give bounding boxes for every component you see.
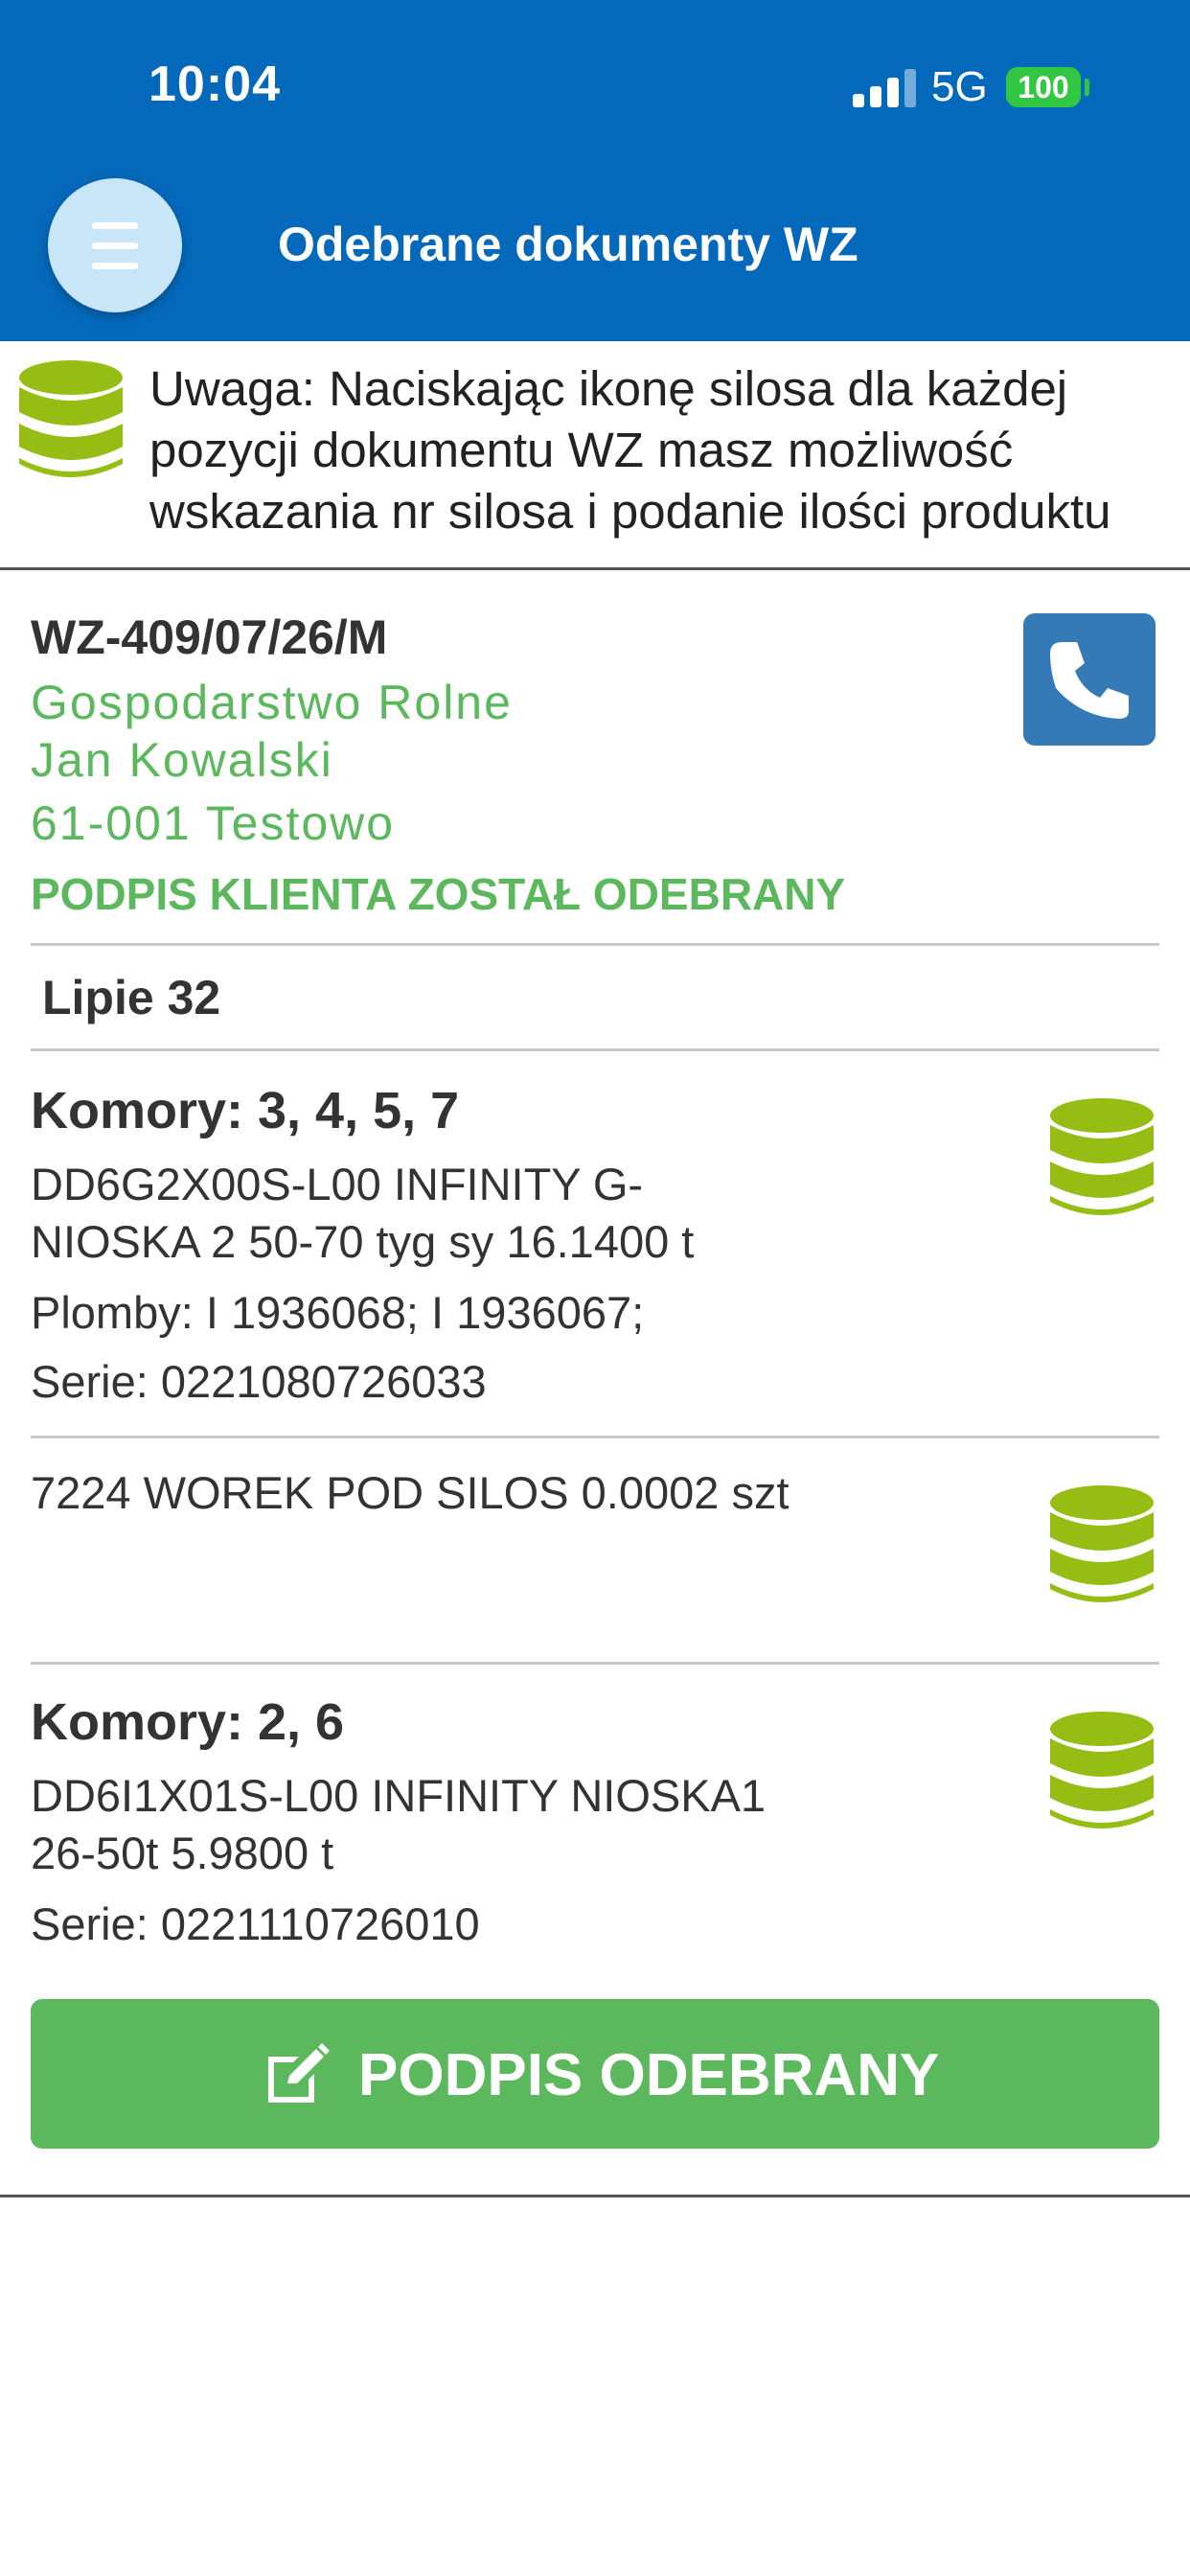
item-seals: Plomby: I 1936068; I 1936067; [31,1287,645,1338]
signature-button-label: PODPIS ODEBRANY [358,2042,940,2108]
network-type: 5G [931,63,988,110]
edit-icon [268,2043,330,2103]
database-silo-icon [19,360,123,477]
item-product-line: 26-50t 5.9800 t [31,1828,334,1878]
status-time: 10:04 [149,57,281,112]
divider [0,567,1190,570]
item-chambers: Komory: 2, 6 [31,1693,345,1751]
signature-status: PODPIS KLIENTA ZOSTAŁ ODEBRANY [31,869,846,919]
item-product: 7224 WOREK POD SILOS 0.0002 szt [31,1467,790,1518]
item-product-line: DD6I1X01S-L00 INFINITY NIOSKA1 [31,1770,767,1821]
item-chambers: Komory: 3, 4, 5, 7 [31,1082,460,1139]
page-title: Odebrane dokumenty WZ [278,218,858,271]
hamburger-menu-icon [92,222,138,229]
item-series: Serie: 0221080726033 [31,1356,487,1407]
divider [31,1436,1159,1438]
signature-button[interactable]: PODPIS ODEBRANY [31,1999,1159,2149]
battery-level: 100 [1006,67,1081,107]
notice-line: wskazania nr silosa i podanie ilości pro… [149,484,1111,539]
silo-button[interactable] [1048,1710,1156,1832]
divider [31,1662,1159,1665]
battery-tip [1085,79,1089,96]
menu-button[interactable] [48,178,182,312]
item-product-line: NIOSKA 2 50-70 tyg sy 16.1400 t [31,1216,695,1267]
database-silo-icon [1050,1712,1154,1828]
client-address: 61-001 Testowo [31,796,396,850]
database-silo-icon [1050,1098,1154,1215]
divider [0,2195,1190,2197]
date-label: Lipie 32 [42,971,221,1024]
client-person: Jan Kowalski [31,733,333,787]
silo-button[interactable] [1048,1484,1156,1606]
client-name: Gospodarstwo Rolne [31,676,513,729]
notice-text: Uwaga: Naciskając ikonę silosa dla każde… [149,358,1175,542]
app-header: 10:04 5G 100 Odebrane dokumenty WZ [0,0,1190,341]
item-series: Serie: 0221110726010 [31,1898,480,1949]
divider [31,1048,1159,1051]
item-product-line: DD6G2X00S-L00 INFINITY G- [31,1159,644,1209]
document-number: WZ-409/07/26/M [31,610,388,664]
silo-button[interactable] [1048,1096,1156,1219]
call-button[interactable] [1023,613,1156,746]
signal-icon [853,69,916,107]
hamburger-menu-icon-bar [92,263,138,269]
database-silo-icon [1050,1485,1154,1602]
divider [31,943,1159,946]
notice-line: Uwaga: Naciskając ikonę silosa dla każde… [149,361,1068,416]
notice-line: pozycji dokumentu WZ masz możliwość [149,423,1014,477]
hamburger-menu-icon-bar [92,242,138,249]
item-product: DD6I1X01S-L00 INFINITY NIOSKA1 26-50t 5.… [31,1767,766,1882]
item-product: DD6G2X00S-L00 INFINITY G- NIOSKA 2 50-70… [31,1156,694,1271]
phone-icon [1050,642,1129,719]
